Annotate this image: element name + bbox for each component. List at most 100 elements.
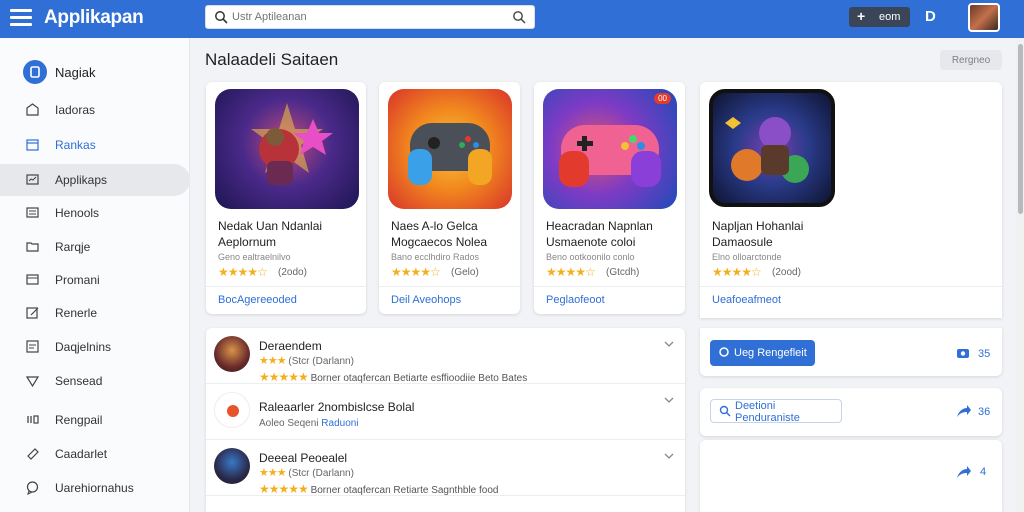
- card-link[interactable]: Deil Aveohops: [391, 294, 461, 306]
- sidebar: Nagiak Iadoras Rankas Applikaps Henools …: [0, 38, 190, 512]
- sidebar-item-label: Rankas: [55, 138, 96, 152]
- list-item-desc: ★★★★★ Borner otaqfercan Betiarte esffioo…: [259, 370, 527, 384]
- share-icon[interactable]: [956, 404, 972, 418]
- sidebar-item-label: Henools: [55, 206, 100, 220]
- primary-action-label: Ueg Rengefleit: [734, 347, 807, 359]
- sidebar-item-range[interactable]: Rarqje: [0, 231, 190, 263]
- divider: [534, 286, 685, 287]
- card-link[interactable]: BocAgereeoded: [218, 294, 297, 306]
- sidebar-item-rankings[interactable]: Rankas: [0, 129, 190, 161]
- app-thumbnail: [215, 89, 359, 209]
- sidebar-item-home[interactable]: Nagiak: [0, 56, 190, 88]
- divider: [700, 286, 1002, 287]
- sidebar-item-messages[interactable]: Uarehiornahus: [0, 472, 190, 504]
- avatar[interactable]: [968, 3, 1000, 32]
- card-subtitle: Usmaenote coloi: [546, 235, 636, 249]
- card-title: Napljan Hohanlai: [712, 219, 804, 233]
- rating-stars: ★★★★☆: [546, 265, 596, 279]
- rating-stars: ★★★★☆: [712, 265, 762, 279]
- sidebar-item-render[interactable]: Renerle: [0, 297, 190, 329]
- rating-count: (Stcr (Darlann): [288, 356, 354, 367]
- rating-stars: ★★★★☆: [391, 265, 441, 279]
- rating-count: (2odo): [278, 267, 307, 278]
- search-input[interactable]: [232, 8, 512, 26]
- sidebar-item-label: Applikaps: [55, 173, 108, 187]
- primary-count: 35: [978, 348, 991, 360]
- sidebar-item-label: Rengpail: [55, 413, 103, 427]
- sidebar-item-label: Sensead: [55, 374, 103, 388]
- header-button[interactable]: Rergneo: [940, 50, 1002, 70]
- card-subtitle: Aeplornum: [218, 235, 277, 249]
- sidebar-item-saved[interactable]: Sensead: [0, 365, 190, 397]
- tertiary-count: 4: [980, 466, 987, 478]
- list-item-link[interactable]: Raduoni: [321, 418, 358, 429]
- d-icon[interactable]: D: [925, 8, 936, 25]
- top-bar: Applikapan + eom D: [0, 0, 1024, 38]
- rating-count: (Stcr (Darlann): [288, 468, 354, 479]
- app-icon: [214, 336, 250, 372]
- sidebar-item-calendar[interactable]: Caadarlet: [0, 438, 190, 470]
- scrollbar-thumb[interactable]: [1018, 44, 1023, 214]
- app-card[interactable]: 00 Heacradan Napnlan Usmaenote coloi Ben…: [534, 82, 685, 314]
- folder-icon: [26, 242, 39, 252]
- chevron-down-icon[interactable]: [663, 450, 675, 462]
- app-thumbnail: [709, 89, 835, 207]
- secondary-panel: Deetioni Penduraniste 36: [700, 388, 1002, 436]
- app-card[interactable]: Napljan Hohanlai Damaosule Elno olloarct…: [700, 82, 1002, 318]
- action-panel: Ueg Rengefleit 35: [700, 328, 1002, 376]
- heart-icon: [25, 376, 40, 388]
- card-link[interactable]: Peglaofeoot: [546, 294, 605, 306]
- card-link[interactable]: Ueafoeafmeot: [712, 294, 781, 306]
- list-item-title: Deeeal Peoealel: [259, 451, 348, 465]
- status-badge: 00: [654, 93, 671, 104]
- search-box[interactable]: [205, 5, 535, 29]
- list-item[interactable]: Raleaarler 2nombislcse Bolal Aoleo Seqen…: [206, 384, 685, 440]
- chevron-down-icon[interactable]: [663, 394, 675, 406]
- sidebar-item-label: Iadoras: [55, 103, 96, 117]
- home-icon: [23, 60, 47, 84]
- calendar-icon: [26, 139, 39, 151]
- rating-count: (Gelo): [451, 267, 479, 278]
- apps-icon: [26, 174, 39, 185]
- card-meta: Beno ootkoonilo conlo: [546, 252, 635, 262]
- list-item-title: Deraendem: [259, 339, 322, 353]
- menu-icon[interactable]: [10, 9, 32, 27]
- camera-icon[interactable]: [956, 347, 970, 359]
- sidebar-item-label: Caadarlet: [55, 447, 108, 461]
- sidebar-item-label: Rarqje: [55, 240, 91, 254]
- add-button-label: eom: [879, 11, 901, 23]
- app-card[interactable]: Naes A-lo Gelca Mogcaecos Nolea Bano ecc…: [379, 82, 520, 314]
- sidebar-item-apps[interactable]: Applikaps: [0, 164, 190, 196]
- rating-count: (2ood): [772, 267, 801, 278]
- sidebar-item-label: Uarehiornahus: [55, 481, 134, 495]
- app-title: Applikapan: [44, 7, 144, 28]
- refresh-icon: [719, 347, 729, 357]
- card-title: Heacradan Napnlan: [546, 219, 653, 233]
- sidebar-item-designs[interactable]: Daqjelnins: [0, 331, 190, 363]
- sidebar-item-uploads[interactable]: Iadoras: [0, 94, 190, 126]
- rating-count: (Gtcdh): [606, 267, 640, 278]
- edit-icon: [26, 307, 39, 319]
- sidebar-item-tools[interactable]: Henools: [0, 197, 190, 229]
- app-card[interactable]: Nedak Uan Ndanlai Aeplornum Geno ealtrae…: [206, 82, 366, 314]
- sidebar-item-promos[interactable]: Promani: [0, 264, 190, 296]
- rating-stars: ★★★★☆: [218, 265, 268, 279]
- list-item-description: Borner otaqfercan Betiarte esffioodiie B…: [310, 373, 528, 384]
- add-button[interactable]: + eom: [849, 7, 910, 27]
- sidebar-item-report[interactable]: Rengpail: [0, 404, 190, 436]
- sidebar-item-label: Renerle: [55, 306, 98, 320]
- app-thumbnail: 00: [543, 89, 677, 209]
- list-item[interactable]: Deraendem ★★★ (Stcr (Darlann) ★★★★★ Born…: [206, 328, 685, 384]
- search-submit-icon[interactable]: [512, 10, 526, 24]
- primary-action-button[interactable]: Ueg Rengefleit: [710, 340, 815, 366]
- list-item-description: Borner otaqfercan Retiarte Sagnthble foo…: [310, 485, 499, 496]
- list-item[interactable]: Deeeal Peoealel ★★★ (Stcr (Darlann) ★★★★…: [206, 440, 685, 496]
- secondary-action-button[interactable]: Deetioni Penduraniste: [710, 399, 842, 424]
- app-icon: [214, 392, 250, 428]
- card-meta: Elno olloarctonde: [712, 252, 782, 262]
- chevron-down-icon[interactable]: [663, 338, 675, 350]
- card-meta: Bano ecclhdiro Rados: [391, 252, 480, 262]
- secondary-action-label: Deetioni Penduraniste: [735, 400, 800, 424]
- window-icon: [26, 274, 39, 285]
- share-icon[interactable]: [956, 465, 972, 479]
